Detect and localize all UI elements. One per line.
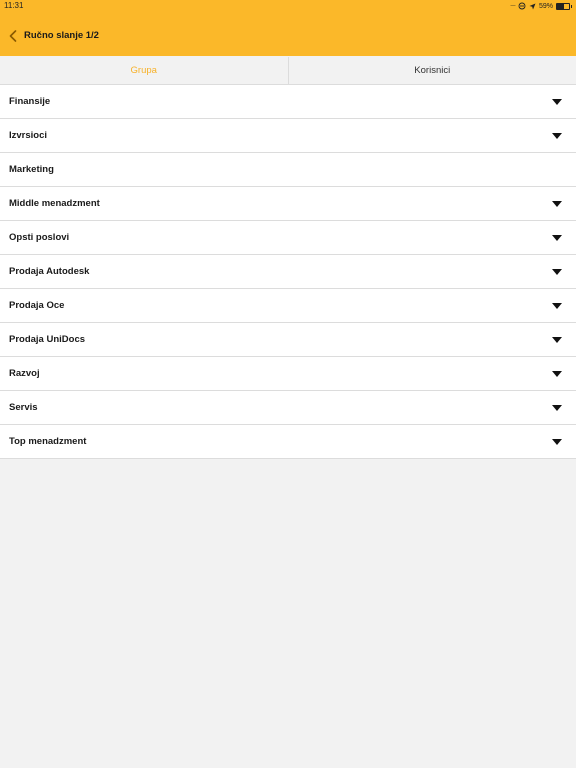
signal-icon: ····· [509, 3, 516, 9]
list-item-prodaja-autodesk[interactable]: Prodaja Autodesk [0, 255, 576, 289]
chevron-down-icon[interactable] [552, 302, 562, 309]
list-item-izvrsioci[interactable]: Izvrsioci [0, 119, 576, 153]
battery-percent: 59% [538, 2, 553, 10]
location-icon [529, 3, 536, 9]
chevron-down-icon[interactable] [552, 404, 562, 411]
list-item-label: Prodaja UniDocs [9, 334, 86, 345]
list-item-razvoj[interactable]: Razvoj [0, 357, 576, 391]
page-title: Ručno slanje 1/2 [24, 30, 99, 41]
chevron-down-icon[interactable] [552, 268, 562, 275]
list-item-label: Prodaja Autodesk [9, 266, 90, 277]
list-item-label: Servis [9, 402, 38, 413]
chevron-down-icon[interactable] [552, 336, 562, 343]
list-item-label: Opsti poslovi [9, 232, 70, 243]
chevron-down-icon[interactable] [552, 438, 562, 445]
battery-icon [556, 2, 570, 10]
list-item-prodaja-oce[interactable]: Prodaja Oce [0, 289, 576, 323]
list-item-label: Prodaja Oce [9, 300, 65, 311]
screen-lock-icon [518, 2, 526, 10]
tab-grupa[interactable]: Grupa [0, 57, 288, 84]
battery-level [557, 3, 565, 9]
list-item-label: Middle menadzment [9, 198, 100, 209]
chevron-left-icon [9, 30, 17, 42]
list-item-opsti-poslovi[interactable]: Opsti poslovi [0, 221, 576, 255]
list-item-label: Top menadzment [9, 436, 87, 447]
list-item-label: Razvoj [9, 368, 40, 379]
list-item-servis[interactable]: Servis [0, 391, 576, 425]
battery-tip [571, 4, 572, 8]
chevron-down-icon[interactable] [552, 200, 562, 207]
list-item-top-menadzment[interactable]: Top menadzment [0, 425, 576, 459]
back-button[interactable] [6, 28, 20, 44]
list-item-prodaja-unidocs[interactable]: Prodaja UniDocs [0, 323, 576, 357]
chevron-down-icon[interactable] [552, 132, 562, 139]
tab-korisnici[interactable]: Korisnici [287, 57, 576, 84]
list-item-label: Finansije [9, 96, 51, 107]
list-item-finansije[interactable]: Finansije [0, 85, 576, 119]
status-time: 11:31 [4, 1, 24, 10]
status-indicators: ····· 59% [510, 1, 572, 11]
list-item-marketing[interactable]: Marketing [0, 153, 576, 187]
header-bar: 11:31 ····· 59% Ručno slanje 1/2 [0, 0, 576, 56]
list-item-label: Marketing [9, 164, 54, 175]
chevron-down-icon[interactable] [552, 98, 562, 105]
list-item-label: Izvrsioci [9, 130, 48, 141]
list-item-middle-menadzment[interactable]: Middle menadzment [0, 187, 576, 221]
chevron-down-icon[interactable] [552, 234, 562, 241]
tab-bar: Grupa Korisnici [0, 57, 576, 85]
group-list: Finansije Izvrsioci Marketing Middle men… [0, 85, 576, 459]
chevron-down-icon[interactable] [552, 370, 562, 377]
